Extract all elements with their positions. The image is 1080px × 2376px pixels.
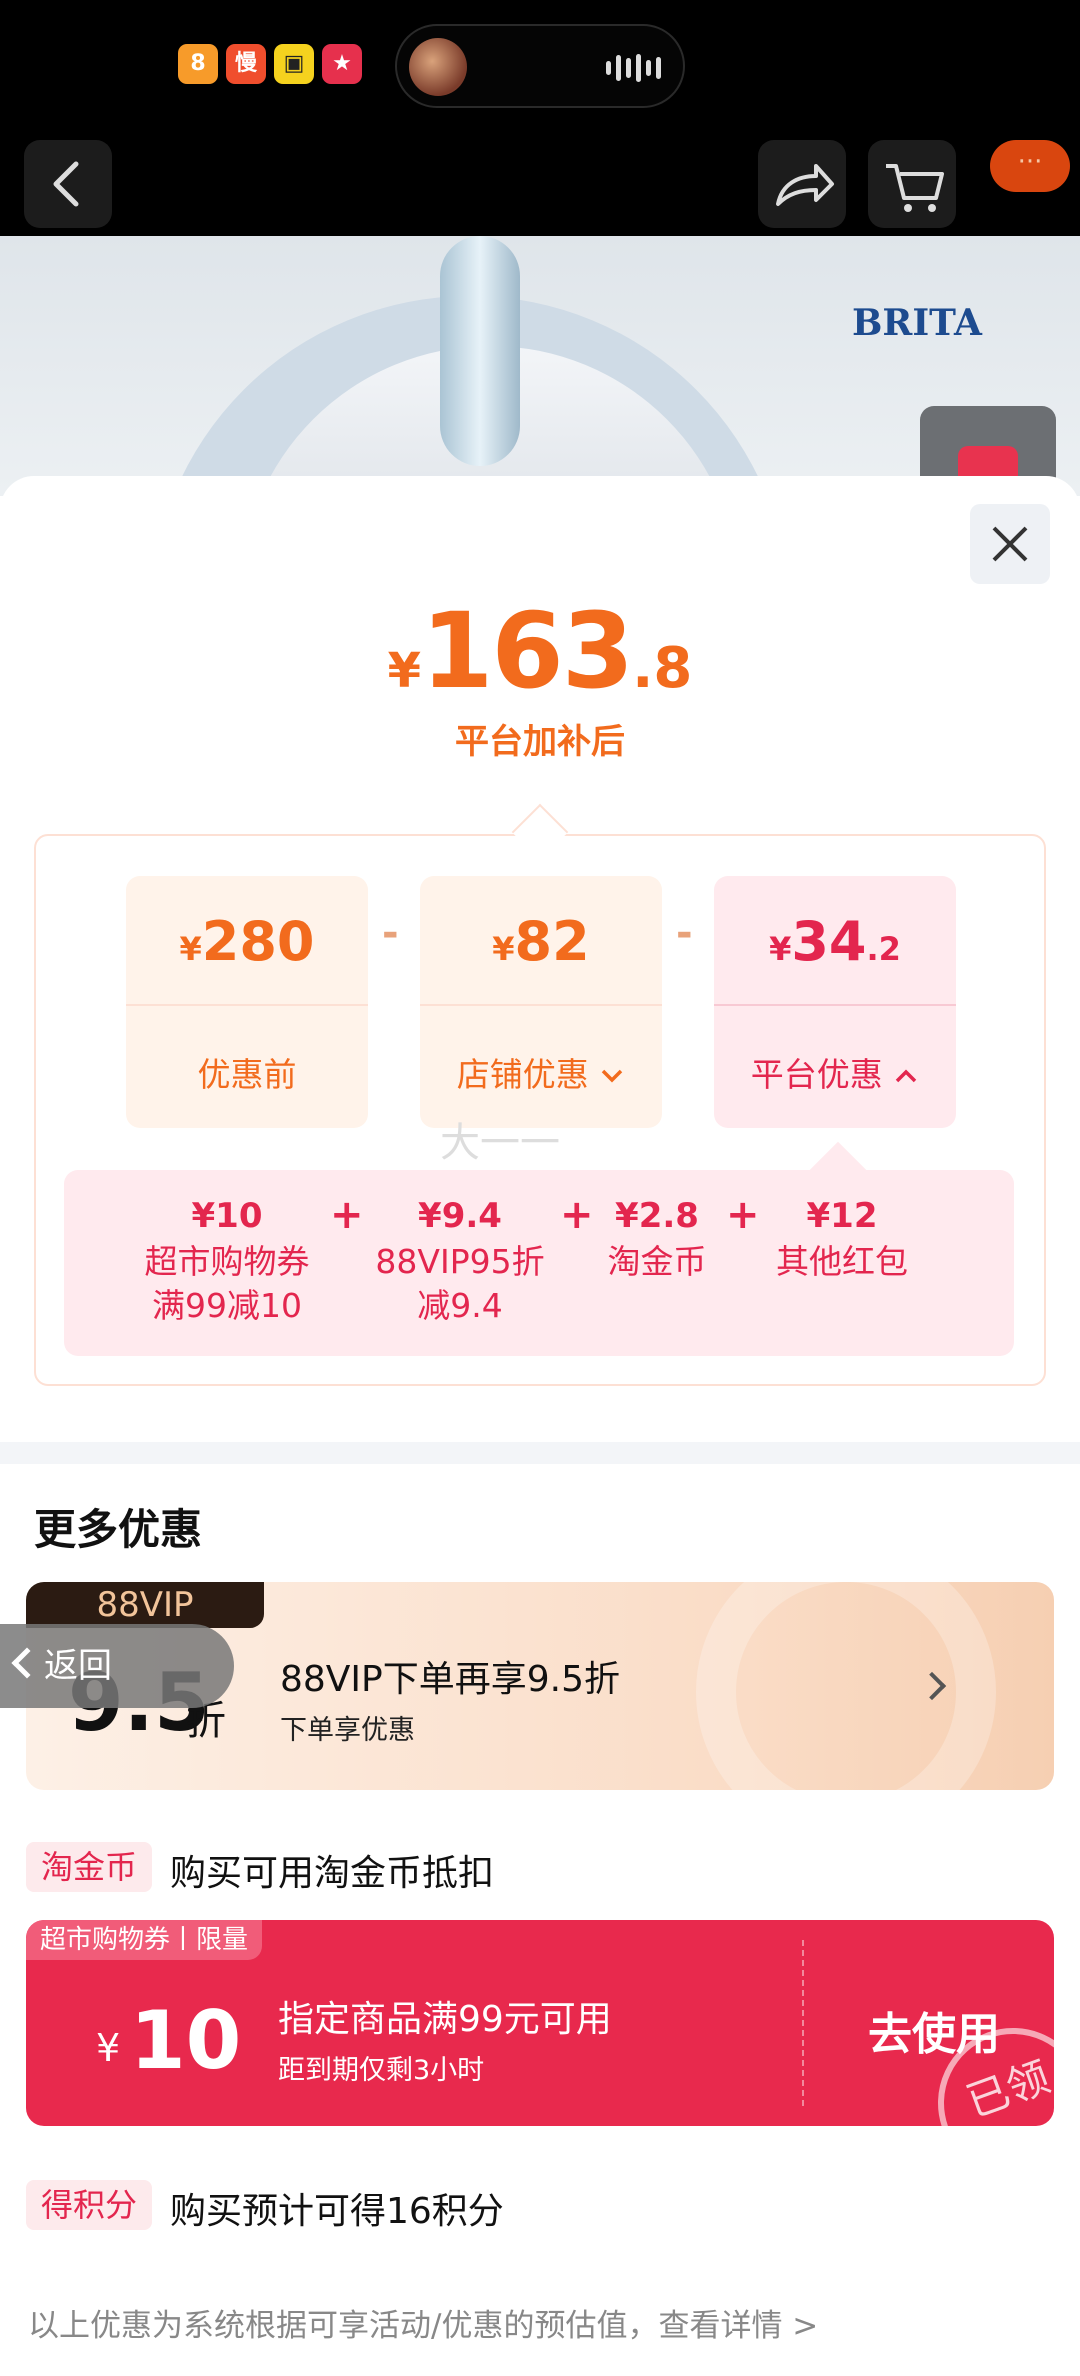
chevron-left-icon [11, 1647, 43, 1679]
final-price: ¥163.8 [387, 590, 693, 712]
section-divider [0, 1442, 1080, 1464]
dynamic-island[interactable] [395, 24, 685, 108]
price-caption: 平台加补后 [455, 722, 625, 762]
product-image: BRITA [0, 236, 1080, 936]
plus-sign-1: + [330, 1192, 364, 1238]
disclaimer-link[interactable]: 以上优惠为系统根据可享活动/优惠的预估值，查看详情 > [28, 2300, 818, 2345]
top-nav [0, 130, 1080, 236]
more-discounts-title: 更多优惠 [34, 1505, 203, 1554]
back-button[interactable] [24, 140, 112, 228]
coin-row-text: 购买可用淘金币抵扣 [170, 1853, 495, 1894]
more-menu-button[interactable]: ··· [990, 140, 1070, 192]
cart-icon [886, 164, 944, 212]
item-taojinbi: ¥2.8 淘金币 [607, 1196, 707, 1281]
audio-wave-icon [606, 54, 661, 82]
coupon-divider [802, 1940, 804, 2106]
chevron-down-icon [602, 1069, 623, 1083]
chevron-up-icon [896, 1069, 917, 1083]
app-icon-1: 8 [178, 44, 218, 84]
app-icon-2: 慢 [226, 44, 266, 84]
coupon-amount: 10 [130, 1994, 242, 2087]
points-tag: 得积分 [26, 2180, 152, 2230]
card-store-discount[interactable]: ¥82 店铺优惠 [420, 876, 662, 1128]
plus-sign-3: + [726, 1192, 760, 1238]
ghost-text: 大一一 [440, 1120, 560, 1166]
vip-offer-title: 88VIP下单再享9.5折 [280, 1659, 621, 1700]
supermarket-coupon: 超市购物券丨限量 ¥ 10 指定商品满99元可用 距到期仅剩3小时 去使用 已领 [26, 1920, 1054, 2126]
now-playing-thumbnail [409, 38, 467, 96]
vip-offer-subtitle: 下单享优惠 [280, 1715, 415, 1746]
coupon-yen: ¥ [96, 2026, 121, 2070]
floating-back-button[interactable]: 返回 [0, 1624, 234, 1708]
vip-tag: 88VIP [26, 1582, 264, 1628]
item-supermarket-coupon: ¥10 超市购物券 满99减10 [144, 1196, 310, 1325]
app-icon-4: ★ [322, 44, 362, 84]
coupon-title: 指定商品满99元可用 [278, 1999, 612, 2040]
minus-sign-2: - [676, 910, 693, 956]
card-original-price: ¥280 优惠前 [126, 876, 368, 1128]
close-button[interactable] [970, 504, 1050, 584]
points-row-text: 购买预计可得16积分 [170, 2191, 504, 2232]
status-bar: 8 慢 ▣ ★ [0, 0, 1080, 130]
coupon-tag: 超市购物券丨限量 [26, 1920, 263, 1960]
card-platform-discount[interactable]: ¥34.2 平台优惠 [714, 876, 956, 1128]
brand-logo: BRITA [852, 302, 982, 344]
item-88vip-discount: ¥9.4 88VIP95折 减9.4 [375, 1196, 545, 1325]
coupon-expiry: 距到期仅剩3小时 [278, 2055, 485, 2086]
cart-button[interactable] [868, 140, 956, 228]
share-button[interactable] [758, 140, 846, 228]
coin-tag: 淘金币 [26, 1842, 152, 1892]
chevron-left-icon [53, 161, 79, 207]
minus-sign-1: - [382, 910, 399, 956]
plus-sign-2: + [560, 1192, 594, 1238]
app-icon-3: ▣ [274, 44, 314, 84]
share-icon [776, 164, 834, 206]
item-other-red-packets: ¥12 其他红包 [776, 1196, 908, 1281]
close-icon [992, 526, 1028, 562]
